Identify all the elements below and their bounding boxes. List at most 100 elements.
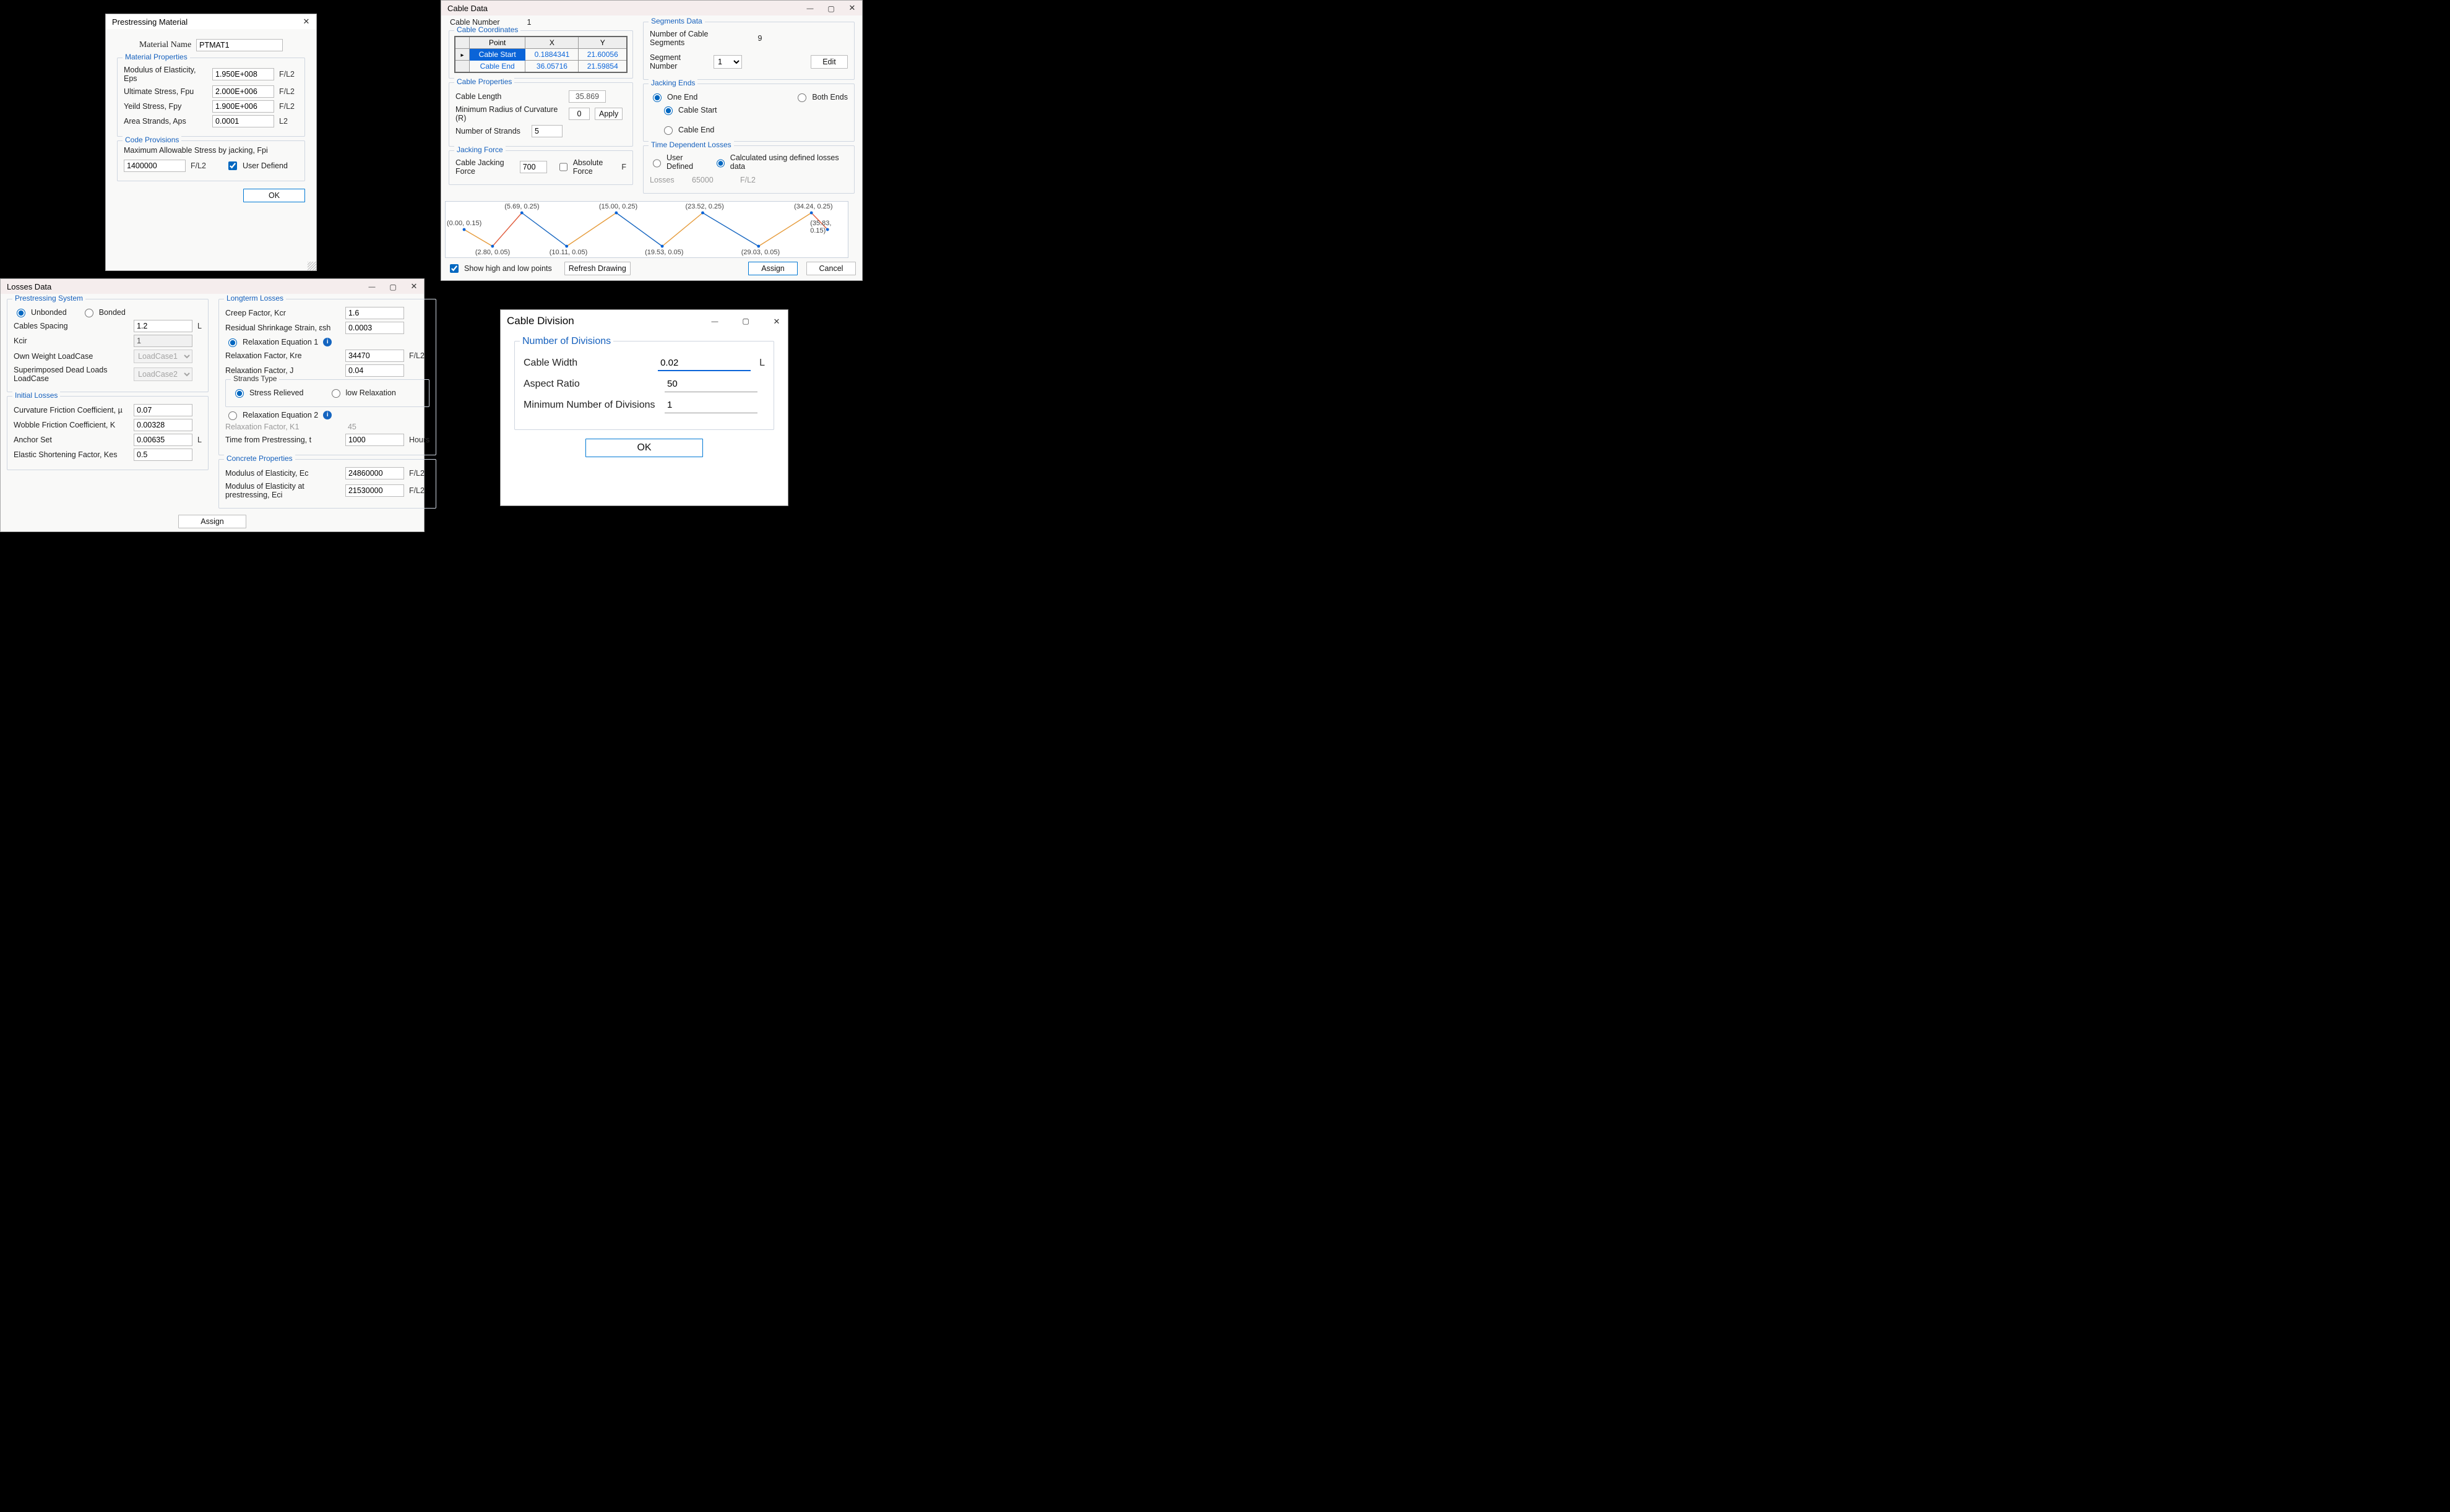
fpi-field[interactable] bbox=[124, 160, 186, 172]
segment-number-select[interactable]: 1 bbox=[714, 55, 742, 69]
cell-x[interactable]: 0.1884341 bbox=[525, 49, 579, 61]
min-divisions-field[interactable] bbox=[665, 397, 757, 413]
cable-spacing-field[interactable] bbox=[134, 320, 192, 332]
aps-field[interactable] bbox=[212, 115, 274, 127]
aspect-ratio-field[interactable] bbox=[665, 376, 757, 392]
low-relaxation-radio[interactable]: low Relaxation bbox=[329, 387, 396, 398]
edit-button[interactable]: Edit bbox=[811, 55, 848, 69]
user-defined-radio[interactable]: User Defined bbox=[650, 153, 709, 171]
bonded-radio[interactable]: Bonded bbox=[82, 307, 126, 317]
group-legend: Concrete Properties bbox=[224, 454, 295, 463]
coordinates-table[interactable]: PointXY Cable Start 0.1884341 21.60056 C… bbox=[454, 36, 628, 73]
cable-spacing-unit: L bbox=[197, 322, 202, 330]
minimize-icon[interactable] bbox=[710, 316, 720, 326]
fpy-field[interactable] bbox=[212, 100, 274, 113]
ec-field[interactable] bbox=[345, 467, 404, 479]
anchor-set-unit: L bbox=[197, 436, 202, 444]
fpu-field[interactable] bbox=[212, 85, 274, 98]
relax-eq2-label: Relaxation Equation 2 bbox=[243, 411, 318, 419]
cell-y[interactable]: 21.60056 bbox=[579, 49, 627, 61]
user-defined-label: User Defined bbox=[666, 153, 709, 171]
kcr-field[interactable] bbox=[345, 307, 404, 319]
chart-point-label: (10.11, 0.05) bbox=[550, 249, 588, 256]
maximize-icon[interactable] bbox=[388, 281, 398, 291]
jacking-force-group: Jacking Force Cable Jacking Force Absolu… bbox=[449, 150, 633, 185]
material-name-field[interactable] bbox=[196, 39, 283, 51]
table-row[interactable]: Cable End 36.05716 21.59854 bbox=[455, 61, 627, 73]
maximize-icon[interactable] bbox=[741, 316, 751, 326]
eps-label: Modulus of Elasticity, Eps bbox=[124, 66, 207, 83]
ok-button[interactable]: OK bbox=[243, 189, 305, 202]
apply-button[interactable]: Apply bbox=[595, 108, 623, 120]
esh-label: Residual Shrinkage Strain, ɛsh bbox=[225, 324, 340, 332]
losses-label: Losses bbox=[650, 176, 687, 184]
relax-eq2-radio[interactable]: Relaxation Equation 2 bbox=[225, 410, 318, 420]
kre-field[interactable] bbox=[345, 350, 404, 362]
eci-label: Modulus of Elasticity at prestressing, E… bbox=[225, 482, 340, 499]
maximize-icon[interactable] bbox=[826, 3, 836, 13]
refresh-drawing-button[interactable]: Refresh Drawing bbox=[564, 262, 631, 275]
esh-field[interactable] bbox=[345, 322, 404, 334]
assign-button[interactable]: Assign bbox=[748, 262, 798, 275]
group-legend: Material Properties bbox=[123, 53, 190, 61]
min-divisions-label: Minimum Number of Divisions bbox=[524, 400, 660, 411]
show-high-low-checkbox[interactable]: Show high and low points bbox=[447, 262, 552, 275]
jacking-force-field[interactable] bbox=[520, 161, 547, 173]
absolute-force-unit: F bbox=[621, 163, 626, 171]
initial-losses-group: Initial Losses Curvature Friction Coeffi… bbox=[7, 396, 209, 470]
cancel-button[interactable]: Cancel bbox=[806, 262, 856, 275]
wobble-k-field[interactable] bbox=[134, 419, 192, 431]
window-title: Cable Division bbox=[507, 315, 574, 327]
min-radius-field[interactable] bbox=[569, 108, 590, 120]
mu-field[interactable] bbox=[134, 404, 192, 416]
t-field[interactable] bbox=[345, 434, 404, 446]
user-defined-label: User Defiend bbox=[243, 161, 288, 170]
ok-button[interactable]: OK bbox=[585, 439, 703, 457]
cell-x[interactable]: 36.05716 bbox=[525, 61, 579, 73]
fpu-unit: F/L2 bbox=[279, 87, 295, 96]
close-icon[interactable] bbox=[847, 3, 857, 13]
calculated-label: Calculated using defined losses data bbox=[730, 153, 848, 171]
cable-length-label: Cable Length bbox=[455, 92, 564, 101]
unbonded-label: Unbonded bbox=[31, 308, 67, 317]
anchor-set-field[interactable] bbox=[134, 434, 192, 446]
cable-width-label: Cable Width bbox=[524, 358, 653, 369]
cable-start-radio[interactable]: Cable Start bbox=[661, 105, 848, 115]
eps-field[interactable] bbox=[212, 68, 274, 80]
unbonded-radio[interactable]: Unbonded bbox=[14, 307, 67, 317]
close-icon[interactable] bbox=[772, 316, 782, 326]
cable-data-window: Cable Data Cable Number 1 Cable Coordina… bbox=[441, 0, 863, 281]
kes-field[interactable] bbox=[134, 449, 192, 461]
resize-grip[interactable] bbox=[308, 262, 316, 270]
both-ends-radio[interactable]: Both Ends bbox=[795, 92, 848, 102]
minimize-icon[interactable] bbox=[367, 281, 377, 291]
kre-label: Relaxation Factor, Kre bbox=[225, 351, 340, 360]
user-defined-checkbox[interactable]: User Defiend bbox=[226, 160, 288, 172]
j-field[interactable] bbox=[345, 364, 404, 377]
info-icon[interactable] bbox=[323, 338, 332, 346]
cable-width-field[interactable] bbox=[658, 355, 751, 371]
t-unit: Hours bbox=[409, 436, 429, 444]
relax-eq1-radio[interactable]: Relaxation Equation 1 bbox=[225, 337, 318, 347]
calculated-radio[interactable]: Calculated using defined losses data bbox=[714, 153, 848, 171]
cell-point[interactable]: Cable End bbox=[470, 61, 525, 73]
eps-unit: F/L2 bbox=[279, 70, 295, 79]
absolute-force-checkbox[interactable]: Absolute Force bbox=[557, 158, 617, 176]
num-strands-field[interactable] bbox=[532, 125, 563, 137]
stress-relieved-radio[interactable]: Stress Relieved bbox=[232, 387, 304, 398]
cell-point[interactable]: Cable Start bbox=[470, 49, 525, 61]
close-icon[interactable] bbox=[409, 281, 419, 291]
one-end-radio[interactable]: One End bbox=[650, 92, 697, 102]
group-legend: Initial Losses bbox=[12, 391, 60, 400]
assign-button[interactable]: Assign bbox=[178, 515, 246, 528]
close-icon[interactable] bbox=[301, 17, 311, 27]
kcr-label: Creep Factor, Kcr bbox=[225, 309, 340, 317]
stress-relieved-label: Stress Relieved bbox=[249, 389, 304, 397]
k1-value: 45 bbox=[345, 423, 407, 431]
eci-field[interactable] bbox=[345, 484, 404, 497]
minimize-icon[interactable] bbox=[805, 3, 815, 13]
cable-end-radio[interactable]: Cable End bbox=[661, 124, 848, 135]
info-icon[interactable] bbox=[323, 411, 332, 419]
table-row[interactable]: Cable Start 0.1884341 21.60056 bbox=[455, 49, 627, 61]
cell-y[interactable]: 21.59854 bbox=[579, 61, 627, 73]
